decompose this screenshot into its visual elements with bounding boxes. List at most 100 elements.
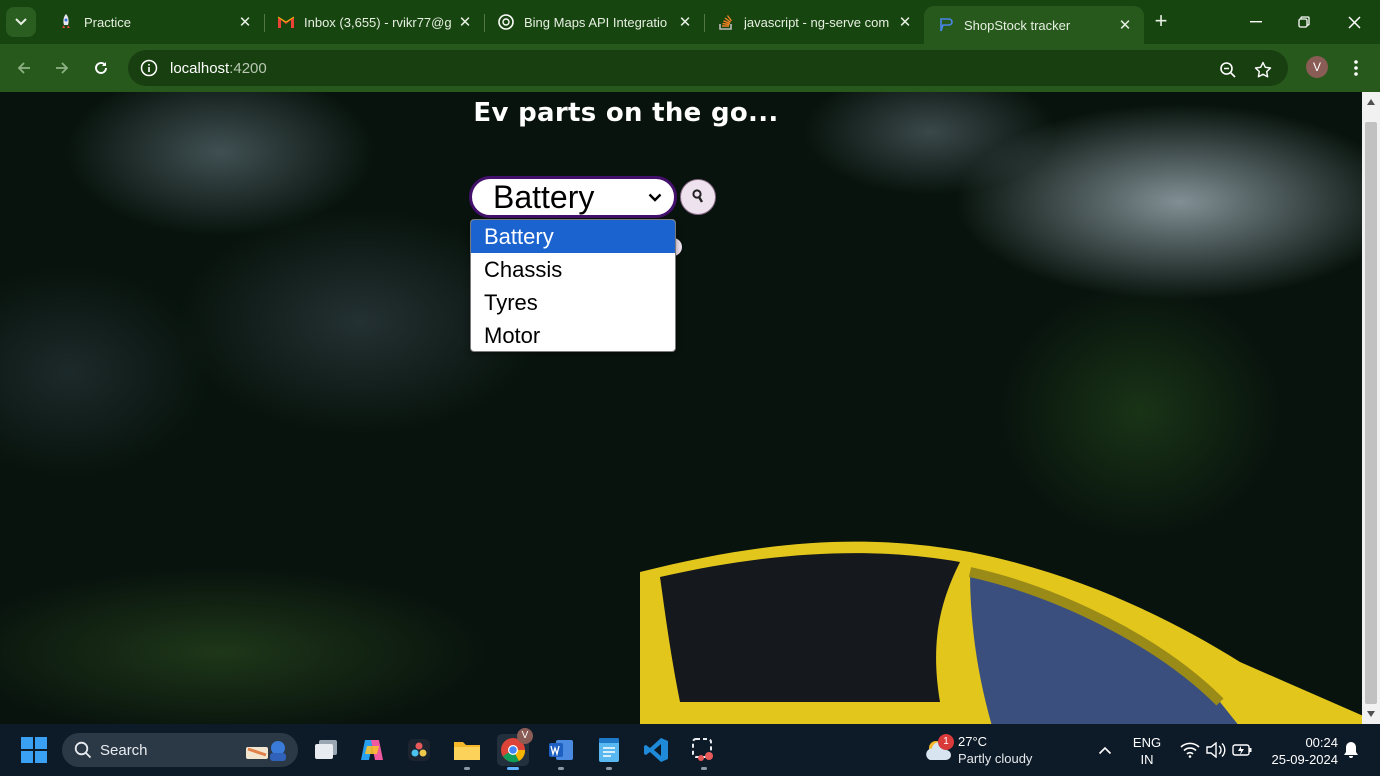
gmail-icon [278,14,294,30]
battery-charging-icon [1232,744,1252,756]
url-text: localhost:4200 [170,60,267,77]
language-line1: ENG [1132,735,1162,750]
scroll-down-icon[interactable] [1366,710,1376,718]
url-host: localhost [170,59,230,77]
select-value: Battery [493,178,595,215]
back-button[interactable] [12,56,36,80]
task-view-button[interactable] [310,734,342,766]
notepad-button[interactable] [593,734,625,770]
word-button[interactable] [545,734,577,770]
rocket-icon [58,14,74,30]
address-bar[interactable]: localhost:4200 [128,50,1288,86]
tab-inbox[interactable]: Inbox (3,655) - rvikr77@g ✕ [264,6,484,38]
wifi-icon [1180,742,1200,758]
zoom-icon[interactable] [1218,60,1238,80]
restore-button[interactable] [1292,10,1316,34]
url-port: :4200 [229,59,267,77]
chrome-taskbar-button[interactable]: V [497,728,533,770]
language-indicator[interactable]: ENG IN [1128,734,1166,768]
browser-toolbar: localhost:4200 V [0,44,1380,92]
start-button[interactable] [18,734,50,766]
tab-search-button[interactable] [6,7,36,37]
close-icon[interactable]: ✕ [896,13,914,31]
weather-condition: Partly cloudy [958,751,1033,766]
new-tab-button[interactable]: + [1150,10,1172,33]
notifications-button[interactable] [1338,734,1364,766]
copilot-button[interactable] [356,734,388,766]
close-icon[interactable]: ✕ [1116,16,1134,34]
davinci-resolve-button[interactable] [403,734,435,766]
chevron-up-icon [1098,746,1112,754]
bookmark-star-icon[interactable] [1253,60,1273,80]
chevron-down-icon [646,193,664,202]
select-option-chassis[interactable]: Chassis [471,253,675,286]
close-icon [1347,15,1361,29]
search-highlight-icon [246,741,286,761]
volume-icon [1206,742,1226,758]
page-content: Ev parts on the go... Battery Battery Ch… [0,92,1362,724]
forward-button[interactable] [50,56,74,80]
stackoverflow-icon [718,14,734,30]
tab-shopstock[interactable]: ShopStock tracker ✕ [924,6,1144,44]
chrome-profile-badge: V [517,728,533,744]
restore-icon [1298,16,1310,28]
part-select-dropdown: Battery Chassis Tyres Motor [470,219,676,352]
vertical-scrollbar[interactable] [1362,92,1380,724]
select-option-tyres[interactable]: Tyres [471,286,675,319]
scrollbar-thumb[interactable] [1365,122,1377,704]
close-window-button[interactable] [1342,10,1366,34]
close-icon[interactable]: ✕ [676,13,694,31]
search-button[interactable] [680,179,716,215]
background-trees [880,212,1362,572]
more-menu-button[interactable] [1346,56,1366,80]
tab-stackoverflow[interactable]: javascript - ng-serve com ✕ [704,6,924,38]
part-select[interactable]: Battery [469,176,677,218]
copilot-icon [361,740,383,760]
system-tray-quick-settings[interactable] [1174,734,1258,766]
task-view-icon [315,740,337,759]
running-indicator [558,767,564,770]
show-hidden-icons-button[interactable] [1090,734,1120,766]
snipping-tool-icon [692,738,713,761]
weather-widget[interactable]: 1 27°C Partly cloudy [924,732,1032,768]
language-line2: IN [1140,752,1154,767]
clock[interactable]: 00:24 25-09-2024 [1262,734,1339,768]
weather-text: 27°C Partly cloudy [958,733,1032,767]
taskbar-search-label: Search [100,741,148,759]
tab-title: ShopStock tracker [964,17,1071,33]
vscode-icon [644,738,668,762]
close-icon[interactable]: ✕ [456,13,474,31]
select-option-battery[interactable]: Battery [471,220,675,253]
word-icon [549,740,573,760]
background-grass [0,512,700,724]
bell-icon [1344,742,1358,758]
tab-title: javascript - ng-serve com [744,14,890,30]
tab-title: Bing Maps API Integratio [524,14,668,30]
search-icon [74,741,92,759]
arrow-left-icon [17,62,30,74]
profile-avatar[interactable]: V [1306,56,1328,78]
site-info-icon[interactable] [140,59,158,77]
weather-alert-badge: 1 [938,734,954,750]
reload-button[interactable] [89,56,113,80]
select-option-motor[interactable]: Motor [471,319,675,351]
file-explorer-button[interactable] [451,734,483,770]
windows-taskbar: Search V 1 27°C Partly cloudy ENG IN 00:… [0,724,1380,776]
search-icon [692,189,704,203]
tab-practice[interactable]: Practice ✕ [44,6,264,38]
tab-title: Inbox (3,655) - rvikr77@g [304,14,452,30]
scroll-up-icon[interactable] [1366,98,1376,106]
running-indicator [701,767,707,770]
partly-cloudy-icon: 1 [924,734,954,764]
close-icon[interactable]: ✕ [236,13,254,31]
car-image [640,541,1362,724]
running-indicator [606,767,612,770]
snipping-tool-button[interactable] [688,734,720,770]
minimize-button[interactable] [1244,10,1268,34]
more-vertical-icon [1354,60,1358,76]
vscode-button[interactable] [640,734,672,766]
openai-icon [498,14,514,30]
taskbar-search[interactable]: Search [62,733,298,767]
tab-bing-maps[interactable]: Bing Maps API Integratio ✕ [484,6,704,38]
tab-strip: Practice ✕ Inbox (3,655) - rvikr77@g ✕ B… [0,0,1380,44]
